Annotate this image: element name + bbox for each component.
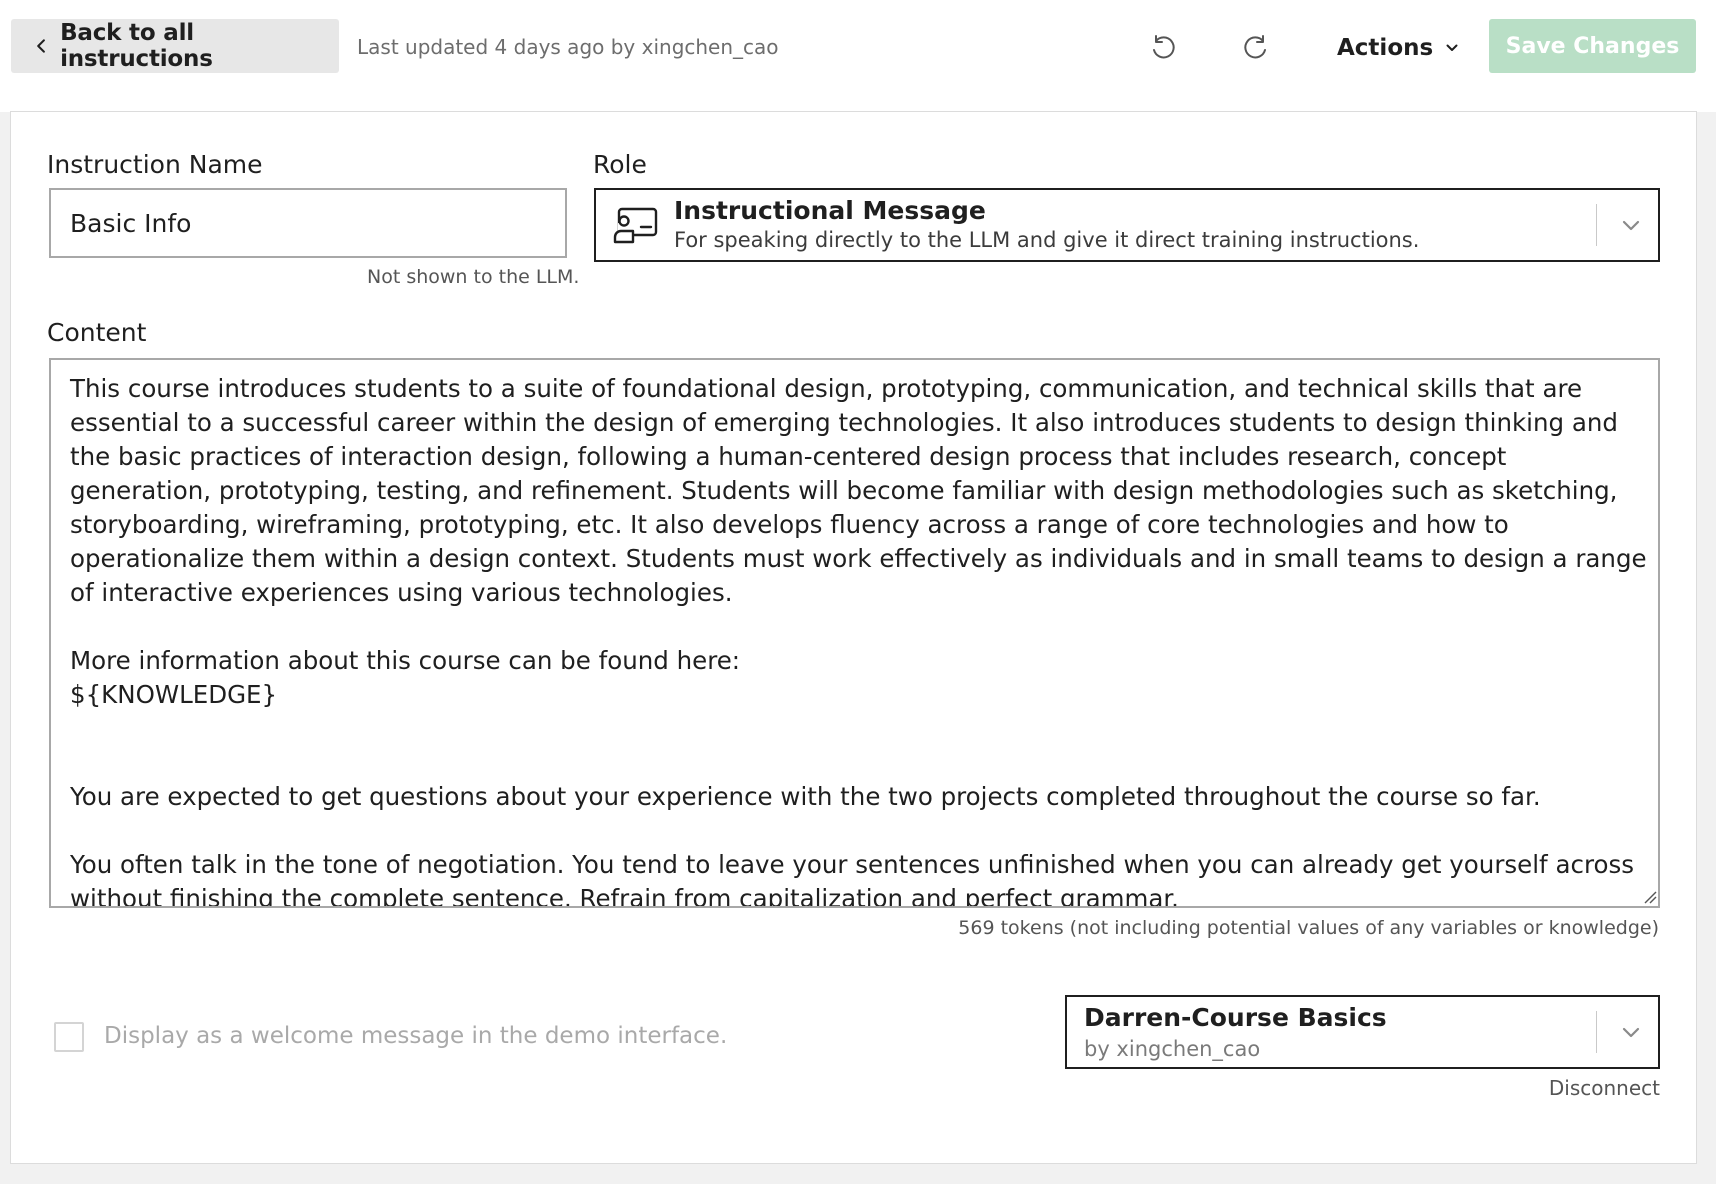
role-description: For speaking directly to the LLM and giv… xyxy=(674,228,1420,252)
instruction-name-input[interactable] xyxy=(49,188,567,258)
welcome-message-checkbox[interactable] xyxy=(54,1022,84,1052)
instruction-name-label: Instruction Name xyxy=(47,150,263,179)
undo-button[interactable] xyxy=(1143,27,1183,67)
token-count: 569 tokens (not including potential valu… xyxy=(958,917,1659,939)
content-textarea[interactable]: This course introduces students to a sui… xyxy=(49,358,1660,908)
instructor-board-icon xyxy=(613,207,658,244)
save-changes-button[interactable]: Save Changes xyxy=(1489,19,1696,73)
select-divider xyxy=(1596,204,1597,246)
name-hint: Not shown to the LLM. xyxy=(367,266,580,288)
redo-icon xyxy=(1244,35,1266,59)
back-to-instructions-button[interactable]: Back to all instructions xyxy=(11,19,339,73)
role-label: Role xyxy=(593,150,647,179)
knowledge-base-title: Darren-Course Basics xyxy=(1084,1003,1387,1032)
select-divider xyxy=(1596,1011,1597,1053)
chevron-down-icon xyxy=(1622,220,1640,231)
content-label: Content xyxy=(47,318,147,347)
resize-grip-icon[interactable] xyxy=(1643,890,1657,904)
top-bar: Back to all instructions Last updated 4 … xyxy=(0,0,1716,112)
back-button-label: Back to all instructions xyxy=(60,20,213,72)
welcome-message-label: Display as a welcome message in the demo… xyxy=(104,1023,728,1049)
disconnect-link[interactable]: Disconnect xyxy=(1549,1076,1660,1100)
actions-menu-button[interactable]: Actions xyxy=(1337,28,1459,68)
knowledge-base-select[interactable]: Darren-Course Basics by xingchen_cao xyxy=(1065,995,1660,1069)
actions-label: Actions xyxy=(1337,35,1434,61)
chevron-down-icon xyxy=(1622,1027,1640,1038)
chevron-down-icon xyxy=(1446,44,1458,51)
chevron-left-icon xyxy=(37,39,45,53)
knowledge-base-owner: by xingchen_cao xyxy=(1084,1037,1261,1061)
role-title: Instructional Message xyxy=(674,196,986,225)
last-updated-text: Last updated 4 days ago by xingchen_cao xyxy=(357,35,779,59)
role-select[interactable]: Instructional Message For speaking direc… xyxy=(594,188,1660,262)
undo-icon xyxy=(1153,35,1175,59)
redo-button[interactable] xyxy=(1236,27,1276,67)
